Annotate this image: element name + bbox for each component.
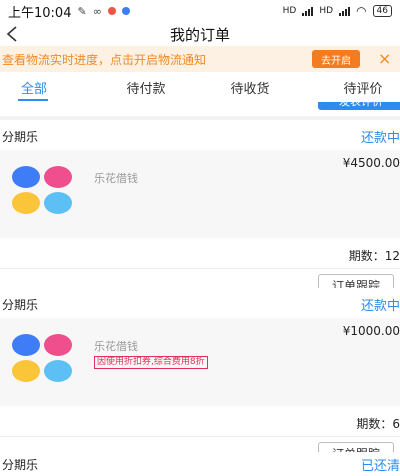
order-status: 还款中: [360, 299, 400, 314]
order-card[interactable]: 分期乐 已还清: [0, 452, 400, 476]
nav-bar: 我的订单: [0, 22, 400, 46]
infinity-icon: ∞: [92, 4, 102, 18]
network-type-label: HD: [282, 6, 297, 16]
order-periods: 期数：12: [348, 249, 400, 263]
lehua-logo-icon: [12, 334, 72, 384]
app-notify-icon: [121, 7, 130, 15]
network-type-label: HD: [319, 6, 334, 16]
back-icon[interactable]: [6, 22, 26, 46]
status-time: 上午10:04: [8, 5, 72, 21]
wifi-icon: ◠: [356, 4, 367, 18]
status-bar: 上午10:04 ✎ ∞ HD HD ◠ 46: [0, 0, 400, 22]
product-name: 乐花借钱: [94, 340, 138, 353]
order-card-header: 分期乐 已还清: [0, 452, 400, 476]
order-status: 还款中: [360, 131, 400, 146]
shop-name: 分期乐: [2, 458, 39, 472]
order-tabs: 全部 待付款 待收货 待评价: [0, 72, 400, 102]
product-name: 乐花借钱: [94, 172, 138, 185]
notification-icons: ✎ ∞: [77, 4, 130, 18]
order-card-header: 分期乐 还款中: [0, 120, 400, 150]
order-periods-row: 期数：6: [0, 406, 400, 436]
signal-icon: [339, 6, 351, 16]
order-periods: 期数：6: [356, 417, 400, 431]
order-card[interactable]: 分期乐 还款中 乐花借钱 因使用折扣券,综合费用8折 ¥1000.00 期数：6…: [0, 288, 400, 468]
order-price: ¥1000.00: [342, 324, 400, 338]
order-card[interactable]: 分期乐 还款中 乐花借钱 ¥4500.00 期数：12 订单跟踪: [0, 120, 400, 300]
signal-icon: [302, 6, 314, 16]
order-price: ¥4500.00: [342, 156, 400, 170]
order-periods-row: 期数：12: [0, 238, 400, 268]
previous-order-fragment: 发表评价: [0, 102, 400, 116]
shop-name: 分期乐: [2, 130, 39, 144]
order-product[interactable]: 乐花借钱 ¥4500.00: [0, 150, 400, 238]
system-icons: HD HD ◠ 46: [283, 4, 392, 18]
logistics-notice-bar: 查看物流实时进度，点击开启物流通知 去开启 ×: [0, 46, 400, 72]
shop-name: 分期乐: [2, 298, 39, 312]
tab-pending-receipt[interactable]: 待收货: [212, 72, 288, 102]
active-tab-indicator: [18, 99, 48, 101]
close-icon[interactable]: ×: [378, 49, 391, 68]
lehua-logo-icon: [12, 166, 72, 216]
battery-icon: 46: [372, 5, 392, 17]
write-review-button[interactable]: 发表评价: [318, 102, 400, 110]
discount-coupon-tag: 因使用折扣券,综合费用8折: [94, 356, 208, 369]
tab-pending-review[interactable]: 待评价: [326, 72, 400, 102]
notice-text: 查看物流实时进度，点击开启物流通知: [2, 52, 207, 67]
notification-icon: ✎: [77, 4, 87, 18]
order-card-header: 分期乐 还款中: [0, 288, 400, 318]
tab-all[interactable]: 全部: [8, 72, 60, 102]
order-status: 已还清: [360, 459, 400, 474]
order-product[interactable]: 乐花借钱 因使用折扣券,综合费用8折 ¥1000.00: [0, 318, 400, 406]
enable-notification-button[interactable]: 去开启: [312, 50, 360, 68]
app-notify-icon: [107, 7, 116, 15]
tab-pending-payment[interactable]: 待付款: [108, 72, 184, 102]
page-title: 我的订单: [169, 25, 230, 44]
